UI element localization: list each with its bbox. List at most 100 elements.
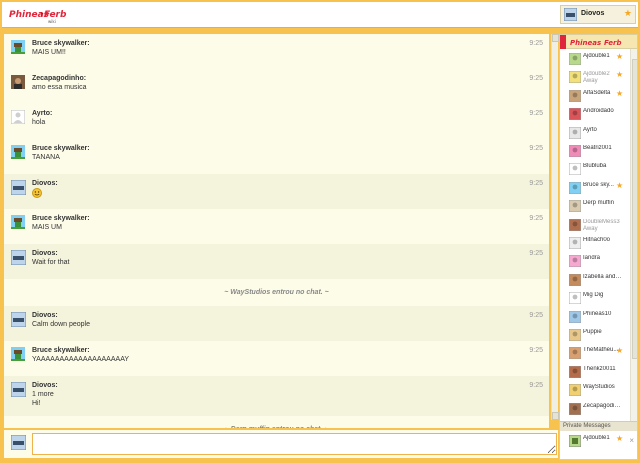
message-text: MAIS UM [32,224,62,231]
star-icon: ★ [616,88,624,98]
user-avatar-icon [568,52,582,67]
current-user-card[interactable]: Diovos ★ [560,5,636,24]
scroll-thumb[interactable] [632,59,637,359]
sidebar-logo: Phineas Ferb [560,35,637,49]
user-list-item[interactable]: Iandra [560,253,630,271]
private-message-user[interactable]: Ajdouble1 ★ [560,433,630,451]
user-list-item[interactable]: Ajdouble2 Away ★ [560,69,630,87]
user-avatar-icon [568,254,582,269]
user-list-item[interactable]: Bruce sky... ★ [560,180,630,198]
scroll-up-button[interactable] [552,34,559,42]
message-time: 9:25 [529,382,543,389]
message-time: 9:25 [529,312,543,319]
user-list-item[interactable]: Mig Dig [560,290,630,308]
smiley-emoji-icon [32,188,42,200]
diovos-avatar-icon[interactable] [10,179,27,197]
diovos-avatar-icon[interactable] [10,249,27,267]
user-list-item[interactable]: Beatriz001 [560,143,630,161]
user-list-scrollbar[interactable] [630,49,637,429]
message-author[interactable]: Diovos: [32,250,58,257]
user-list-item[interactable]: Ayrto [560,125,630,143]
chat-message: Diovos: 9:25 [4,174,549,209]
user-list-item[interactable]: Ajdouble1 ★ [560,51,630,69]
user-list-item[interactable]: AlfaSdelta ★ [560,88,630,106]
user-avatar-icon [568,236,582,251]
pixel-avatar-icon[interactable] [11,145,25,161]
message-author[interactable]: Ayrto: [32,110,52,117]
user-name: Zecapagodinho [583,402,623,409]
user-avatar-icon [568,181,582,196]
message-author[interactable]: Bruce skywalker: [32,40,90,47]
private-messages-header[interactable]: Private Messages [560,421,637,431]
chat-inform-message: ~ WayStudios entrou no chat. ~ [224,289,329,296]
diovos-avatar-icon[interactable] [10,311,27,329]
user-list-item[interactable]: Androidado [560,106,630,124]
message-time: 9:25 [529,40,543,47]
user-status: Away [583,225,598,232]
user-list-item[interactable]: Blubluba [560,161,630,179]
user-list-item[interactable]: WayStudios [560,382,630,400]
user-name: Beatriz001 [583,145,612,151]
user-name: Mig Dig [583,292,604,299]
user-list-item[interactable]: Phineas10 [560,309,630,327]
message-time: 9:25 [529,347,543,354]
user-name: Hitnach0o [583,237,611,243]
user-avatar-icon [568,89,582,104]
user-list-item[interactable]: Zecapagodinho [560,401,630,419]
user-list-item[interactable]: DoubleMess3 Away [560,217,630,235]
chat-inform-message: ~ Derp muffin entrou no chat. ~ [4,426,549,428]
message-text: Wait for that [32,259,70,266]
message-author[interactable]: Bruce skywalker: [32,215,90,222]
user-name: Phineas10 [583,310,612,317]
message-input[interactable] [32,433,557,455]
message-author[interactable]: Bruce skywalker: [32,347,90,354]
chat-messages[interactable]: Bruce skywalker: MAIS UM!! 9:25 Zecapagodin… [4,34,549,428]
user-avatar-icon [568,310,582,325]
message-author[interactable]: Zecapagodinho: [32,75,86,82]
user-avatar-icon [568,365,582,380]
user-avatar-icon [568,162,582,177]
chat-message: Bruce skywalker: YAAAAAAAAAAAAAAAAAAAY 9:2… [4,341,549,376]
message-composer [4,430,558,458]
user-list-item[interactable]: Thenkz0011 [560,364,630,382]
chat-message: Ayrto: hola 9:25 [4,104,549,139]
chat-message: Bruce skywalker: MAIS UM 9:25 [4,209,549,244]
message-author[interactable]: Diovos: [32,180,58,187]
star-icon: ★ [616,346,624,356]
message-time: 9:25 [529,215,543,222]
user-list-item[interactable]: Puppie [560,327,630,345]
chat-message: Diovos: Wait for that 9:25 [4,244,549,279]
user-status: Away [583,78,598,85]
message-author[interactable]: Bruce skywalker: [32,145,90,152]
message-author[interactable]: Diovos: [32,382,58,389]
user-name: Iandra [583,255,601,262]
user-avatar-icon [568,107,582,122]
message-text: 1 more [32,391,54,398]
chat-message: Diovos: Calm down people 9:25 [4,306,549,341]
svg-text:wiki: wiki [48,19,56,24]
diovos-avatar-icon[interactable] [10,381,27,399]
message-time: 9:25 [529,180,543,187]
user-list-sidebar: Phineas Ferb Ajdouble1 ★ Ajdouble2 Away ★ Alf… [559,34,638,460]
photo-avatar-icon[interactable] [11,75,25,91]
diovos-avatar-icon [563,7,578,23]
close-icon[interactable]: × [629,436,634,445]
pixel-avatar-icon[interactable] [11,347,25,363]
pixel-avatar-icon[interactable] [11,215,25,231]
user-list-item[interactable]: Izabella and L... [560,272,630,290]
user-list-item[interactable]: Hitnach0o [560,235,630,253]
user-list-item[interactable]: TheMatheu... ★ [560,345,630,363]
user-avatar-icon [568,291,582,306]
phineas-and-ferb-logo: Phineas Ferb + wiki [8,5,68,25]
message-text: MAIS UM!! [32,49,66,56]
message-text: hola [32,119,46,126]
message-text: amo essa musica [32,84,87,91]
message-text: TANANA [32,154,60,161]
default-avatar-icon[interactable] [10,109,26,126]
user-list-item[interactable]: Derp muffin [560,198,630,216]
svg-text:Phineas: Phineas [570,39,601,47]
scroll-down-button[interactable] [552,412,559,420]
message-author[interactable]: Diovos: [32,312,58,319]
chat-scrollbar[interactable] [551,34,559,420]
pixel-avatar-icon[interactable] [11,40,25,56]
